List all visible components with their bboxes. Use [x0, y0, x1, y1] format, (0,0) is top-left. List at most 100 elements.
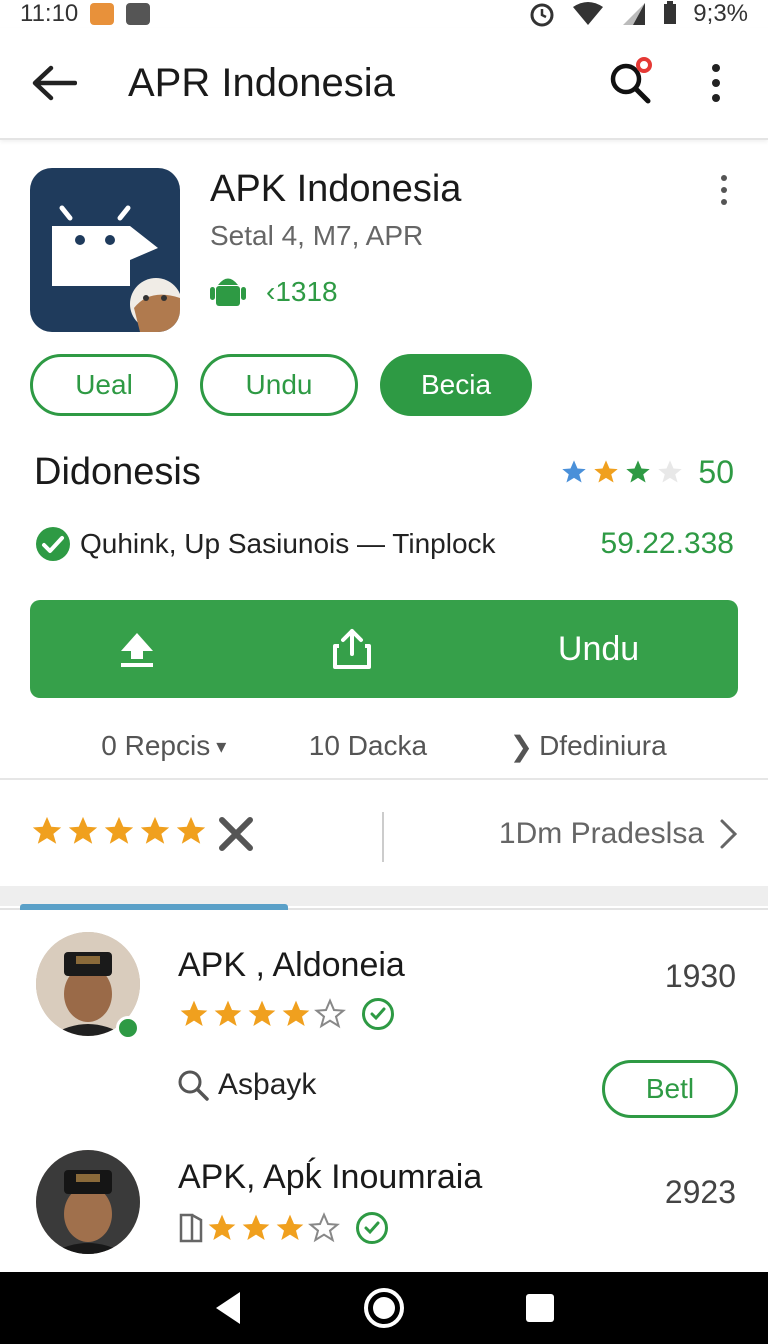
star-icon	[180, 1000, 208, 1026]
review-search[interactable]: Asþayk	[176, 1068, 316, 1102]
download-count: 59.22.338	[600, 527, 734, 560]
star-icon	[276, 1214, 304, 1240]
app-header: APK Indonesia Setal 4, M7, APR ‹1318 Uea…	[0, 142, 768, 442]
search-button[interactable]	[602, 55, 658, 111]
app-more-button[interactable]	[706, 170, 742, 210]
nav-back-button[interactable]	[203, 1283, 253, 1333]
star-icon	[242, 1214, 270, 1240]
info-row: Quhink, Up Sasiunois — Tinplock 59.22.33…	[0, 520, 768, 568]
star-empty-icon	[308, 1212, 340, 1243]
star-icon	[68, 816, 98, 844]
more-dot-icon	[721, 199, 727, 205]
system-nav-bar	[0, 1272, 768, 1344]
star-icon	[248, 1000, 276, 1026]
download-button[interactable]	[30, 600, 245, 698]
arrow-back-icon	[32, 65, 77, 101]
section-title: Didonesis	[34, 450, 201, 493]
verified-check-icon	[356, 1212, 388, 1244]
list-item[interactable]: APK , Aldoneia 1930 Asþayk Betl	[0, 912, 768, 1132]
avatar	[36, 1150, 140, 1254]
verified-check-icon	[362, 998, 394, 1030]
review-action-button[interactable]: Betl	[602, 1060, 738, 1118]
star-icon	[208, 1214, 236, 1240]
stat-dacka-label: 10 Dacka	[308, 730, 428, 761]
chevron-right-icon	[720, 819, 738, 849]
predictions-link[interactable]: 1Dm Pradeslsa	[499, 817, 738, 851]
star-icon	[626, 460, 651, 483]
stat-dfediniura[interactable]: ❯ Dfediniura	[510, 730, 667, 763]
verified-badge-icon	[116, 1016, 140, 1040]
notification-dot	[636, 57, 652, 73]
rating-section: 1Dm Pradeslsa	[0, 782, 768, 886]
check-circle-icon	[36, 527, 70, 561]
chip-ueal[interactable]: Ueal	[30, 354, 178, 416]
stat-repcis[interactable]: 0 Repcis ▾	[101, 730, 226, 762]
share-icon	[332, 629, 371, 669]
alarm-icon	[530, 3, 554, 27]
tab-indicator	[20, 904, 288, 910]
rating-stars	[30, 814, 256, 854]
install-label: Undu	[557, 629, 640, 668]
review-count: 2923	[664, 1174, 736, 1210]
battery-percent: 9;3%	[693, 0, 748, 27]
section-rating: 50	[560, 454, 734, 491]
chip-group: Ueal Undu Becia	[30, 354, 532, 416]
dropdown-caret-icon: ▾	[216, 735, 227, 758]
stat-dacka[interactable]: 10 Dacka	[309, 730, 427, 762]
chevron-right-icon: ❯	[509, 730, 534, 762]
triangle-back-icon	[216, 1292, 240, 1324]
divider	[0, 778, 768, 780]
star-empty-icon	[314, 998, 346, 1029]
android-icon	[210, 278, 246, 306]
search-icon	[178, 1070, 209, 1101]
tools-icon	[219, 817, 253, 851]
circle-home-icon	[364, 1288, 404, 1328]
square-recents-icon	[526, 1294, 554, 1322]
star-empty-icon	[658, 460, 683, 483]
notification-shield-icon	[126, 3, 151, 25]
stat-repcis-label: 0 Repcis	[101, 730, 211, 761]
action-bar: Undu	[30, 600, 738, 698]
star-icon	[32, 816, 62, 844]
app-name: APK Indonesia	[210, 168, 462, 210]
predictions-label: 1Dm Pradeslsa	[498, 817, 704, 850]
status-time: 11:10	[20, 0, 79, 27]
star-icon	[594, 460, 619, 483]
reviewer-name: APK , Aldoneia	[178, 946, 405, 984]
section-header: Didonesis 50	[0, 444, 768, 500]
more-vert-icon	[712, 64, 720, 102]
more-dot-icon	[721, 175, 727, 181]
back-button[interactable]	[26, 55, 82, 111]
page-title: APR Indonesia	[128, 60, 395, 105]
app-logo-icon	[30, 168, 180, 332]
star-icon	[214, 1000, 242, 1026]
app-toolbar: APR Indonesia	[0, 28, 768, 140]
upload-arrow-icon	[121, 633, 154, 667]
review-count: 1930	[664, 958, 736, 994]
review-search-label: Asþayk	[218, 1068, 317, 1101]
star-icon	[104, 816, 134, 844]
review-stars	[178, 1212, 388, 1244]
overflow-menu-button[interactable]	[688, 55, 744, 111]
star-icon	[282, 1000, 310, 1026]
review-stars	[178, 998, 394, 1030]
nav-home-button[interactable]	[359, 1283, 409, 1333]
info-text: Quhink, Up Sasiunois — Tinplock	[80, 528, 496, 559]
reviewer-name: APK, Apḱ Inoumraia	[178, 1158, 483, 1196]
signal-icon	[623, 3, 646, 25]
wifi-icon	[573, 2, 604, 25]
star-icon	[140, 816, 170, 844]
install-button[interactable]: Undu	[459, 600, 738, 698]
chip-undu[interactable]: Undu	[200, 354, 358, 416]
notification-app-icon	[90, 3, 115, 25]
chip-becia[interactable]: Becia	[380, 354, 532, 416]
status-bar: 11:10 9;3%	[0, 0, 768, 28]
share-button[interactable]	[245, 600, 460, 698]
star-icon	[176, 816, 206, 844]
app-meta-value: ‹1318	[266, 276, 338, 307]
more-dot-icon	[721, 187, 727, 193]
stats-row: 0 Repcis ▾ 10 Dacka ❯ Dfediniura	[0, 718, 768, 774]
nav-recents-button[interactable]	[515, 1283, 565, 1333]
list-item[interactable]: APK, Apḱ Inoumraia 2923	[0, 1132, 768, 1272]
star-icon	[562, 460, 587, 483]
